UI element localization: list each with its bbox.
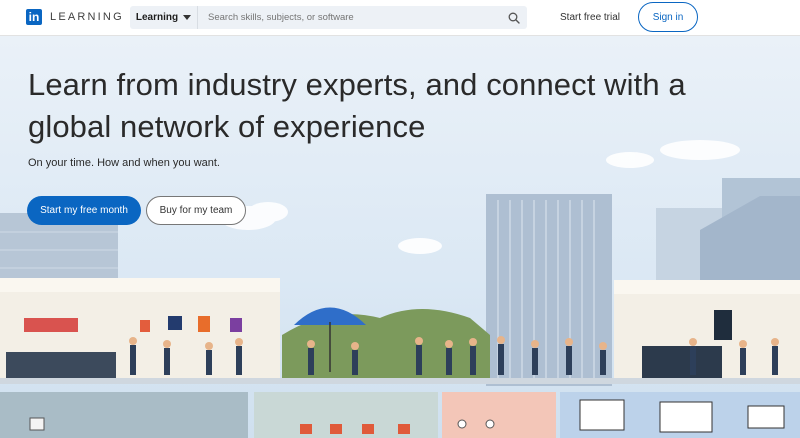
lower-panel-3 [442,392,556,438]
linkedin-logo-icon: in [26,9,42,25]
hero-headline: Learn from industry experts, and connect… [28,67,686,144]
sidewalk [0,378,800,384]
linkedin-learning-logo[interactable]: in LEARNING [26,9,124,25]
start-free-month-button[interactable]: Start my free month [27,196,141,225]
lower-panel-1 [0,392,248,438]
logo-text: LEARNING [50,11,124,23]
buy-for-team-button[interactable]: Buy for my team [146,196,246,225]
right-cafe-roof [614,280,800,294]
sign-in-button[interactable]: Sign in [638,2,698,32]
search-scope-dropdown[interactable]: Learning [130,6,198,29]
search-input[interactable] [198,6,501,29]
coffee-bar [642,346,722,378]
chevron-down-icon [183,15,192,20]
search-icon [508,12,520,24]
hero-subtitle: On your time. How and when you want. [28,157,220,169]
menu-board [714,310,732,340]
search-bar: Learning [130,6,527,29]
lower-panel-2 [254,392,438,438]
search-scope-label: Learning [135,12,179,23]
service-counter [6,352,116,378]
left-cafe-roof [0,278,280,292]
search-button[interactable] [501,6,527,29]
start-free-trial-link[interactable]: Start free trial [560,12,620,23]
top-navigation-bar: in LEARNING Learning Start free trial Si… [0,0,800,36]
